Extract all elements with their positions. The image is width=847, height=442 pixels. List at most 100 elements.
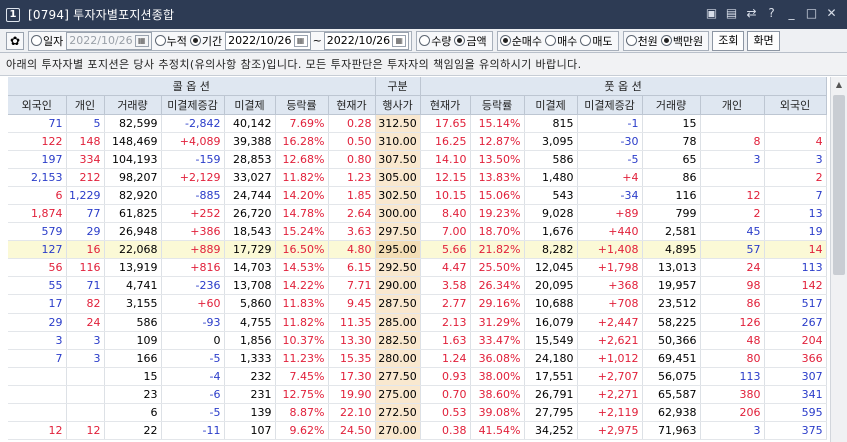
radio-amount[interactable]: 금액 [454, 33, 487, 49]
save-icon[interactable]: ▣ [704, 6, 719, 21]
table-row[interactable]: 579 29 26,948 +386 18,543 15.24% 3.63 297.50 7.0… [8, 222, 827, 242]
table-cell: 799 [642, 204, 701, 224]
table-row[interactable]: 122 148 148,469 +4,089 39,388 16.28% 0.50 310.0… [8, 132, 827, 151]
table-row[interactable]: 17 82 3,155 +60 5,860 11.83% 9.45 287.50 2.77 29.… [8, 294, 827, 314]
calendar-icon[interactable]: ▦ [134, 34, 149, 47]
table-cell: 5 [66, 114, 105, 133]
table-row[interactable]: 23 -6 231 12.75% 19.90 275.00 0.70 38.60% 26,791… [8, 385, 827, 405]
table-row[interactable]: 3 3 109 0 1,856 10.37% 13.30 282.50 1.63 33.47% 15… [8, 331, 827, 350]
table-cell: 15.24% [275, 222, 329, 242]
table-row[interactable]: 55 71 4,741 -236 13,708 14.22% 7.71 290.00 3.58 2… [8, 276, 827, 296]
radio-qty[interactable]: 수량 [419, 33, 451, 49]
calendar-icon[interactable]: ▦ [293, 34, 308, 47]
column-header[interactable]: 미결제 [524, 95, 578, 115]
gear-icon[interactable]: ✿ [6, 31, 24, 50]
minimize-icon[interactable]: _ [784, 6, 799, 21]
column-header[interactable]: 현재가 [420, 95, 471, 115]
column-header[interactable]: 거래량 [104, 95, 162, 115]
table-cell: 16 [66, 240, 105, 260]
column-header[interactable]: 현재가 [328, 95, 376, 115]
daily-date-input[interactable]: 2022/10/26 ▦ [66, 31, 152, 50]
link-icon[interactable]: ⇄ [744, 6, 759, 21]
table-row[interactable]: 197 334 104,193 -159 28,853 12.68% 0.80 307.50 1… [8, 150, 827, 169]
table-cell: +386 [161, 222, 225, 242]
table-cell: +4,089 [161, 132, 225, 151]
help-icon[interactable]: ? [764, 6, 779, 21]
radio-thousand-won-dot[interactable] [625, 35, 637, 46]
side-radio-group: 순매수 매수 매도 [496, 30, 619, 51]
radio-buy[interactable]: 매수 [545, 33, 577, 49]
table-cell: 0.70 [420, 385, 471, 405]
table-row[interactable]: 127 16 22,068 +889 17,729 16.50% 4.80 295.00 5.6… [8, 240, 827, 260]
column-header[interactable]: 등락률 [275, 95, 329, 115]
radio-net-buy[interactable]: 순매수 [499, 33, 542, 49]
table-cell: 1,856 [224, 331, 276, 350]
maximize-icon[interactable]: □ [804, 6, 819, 21]
table-row[interactable]: 56 116 13,919 +816 14,703 14.53% 6.15 292.50 4.4… [8, 258, 827, 278]
table-row[interactable]: 1,874 77 61,825 +252 26,720 14.78% 2.64 300.00 8… [8, 204, 827, 224]
column-header[interactable]: 외국인 [764, 95, 827, 115]
close-icon[interactable]: ✕ [824, 6, 839, 21]
radio-daily-dot[interactable] [31, 35, 42, 46]
radio-cumulative-dot[interactable] [154, 35, 166, 46]
column-header[interactable]: 미결제 [224, 95, 276, 115]
column-header[interactable]: 미결제증감 [161, 95, 225, 115]
strike-price-cell: 285.00 [375, 313, 421, 332]
table-row[interactable]: 12 12 22 -11 107 9.62% 24.50 270.00 0.38 41.54% 34… [8, 421, 827, 441]
strike-price-cell: 297.50 [375, 222, 421, 242]
screen-button[interactable]: 화면 [747, 30, 780, 51]
table-cell: 23,512 [642, 294, 701, 314]
radio-range[interactable]: 기간 [189, 33, 222, 49]
table-cell: 19.90 [328, 385, 376, 405]
radio-sell-dot[interactable] [580, 35, 592, 46]
table-cell: 14.10 [420, 150, 471, 169]
table-cell: 71 [8, 114, 67, 133]
table-cell: 4,741 [104, 276, 162, 296]
table-cell: +2,707 [577, 367, 643, 386]
radio-daily[interactable]: 일자 [31, 33, 63, 49]
column-header[interactable]: 개인 [700, 95, 765, 115]
radio-amount-dot[interactable] [454, 35, 466, 46]
table-row[interactable]: 71 5 82,599 -2,842 40,142 7.69% 0.28 312.50 17.6… [8, 114, 827, 133]
column-header[interactable]: 등락률 [470, 95, 525, 115]
radio-thousand-won[interactable]: 천원 [625, 33, 658, 49]
table-cell: -30 [577, 132, 643, 151]
range-to-input[interactable]: 2022/10/26 ▦ [323, 31, 410, 50]
table-row[interactable]: 2,153 212 98,207 +2,129 33,027 11.82% 1.23 305.… [8, 168, 827, 187]
table-cell: 17.30 [328, 367, 376, 386]
column-header[interactable]: 외국인 [8, 95, 67, 115]
column-header[interactable]: 개인 [66, 95, 105, 115]
column-header[interactable]: 거래량 [642, 95, 701, 115]
table-row[interactable]: 6 -5 139 8.87% 22.10 272.50 0.53 39.08% 27,795 +2… [8, 403, 827, 423]
table-row[interactable]: 6 1,229 82,920 -885 24,744 14.20% 1.85 302.50 10… [8, 186, 827, 205]
table-cell: 109 [104, 331, 162, 350]
table-cell: 14 [764, 240, 827, 260]
table-row[interactable]: 29 24 586 -93 4,755 11.82% 11.35 285.00 2.13 31.2… [8, 313, 827, 332]
radio-sell[interactable]: 매도 [580, 33, 613, 49]
column-header[interactable]: 미결제증감 [577, 95, 643, 115]
table-cell: 0.93 [420, 367, 471, 386]
radio-million-won-dot[interactable] [660, 35, 672, 46]
table-cell: 18.70% [470, 222, 525, 242]
table-cell: -93 [161, 313, 225, 332]
strike-price-cell: 305.00 [375, 168, 421, 187]
table-cell: +1,798 [577, 258, 643, 278]
radio-buy-dot[interactable] [545, 35, 557, 46]
radio-range-dot[interactable] [189, 35, 201, 46]
query-button[interactable]: 조회 [712, 30, 745, 51]
radio-qty-dot[interactable] [419, 35, 431, 46]
radio-cumulative[interactable]: 누적 [154, 33, 187, 49]
vertical-scrollbar[interactable]: ▲ [830, 77, 847, 442]
table-row[interactable]: 7 3 166 -5 1,333 11.23% 15.35 280.00 1.24 36.08% 2… [8, 349, 827, 368]
scroll-up-icon[interactable]: ▲ [831, 77, 847, 93]
radio-million-won[interactable]: 백만원 [660, 33, 703, 49]
table-row[interactable]: 15 -4 232 7.45% 17.30 277.50 0.93 38.00% 17,551 +… [8, 367, 827, 386]
range-from-input[interactable]: 2022/10/26 ▦ [225, 31, 311, 50]
table-cell: 5,860 [224, 294, 276, 314]
window-icon[interactable]: ▤ [724, 6, 739, 21]
table-cell: 11.82% [275, 313, 329, 332]
scroll-thumb[interactable] [833, 95, 845, 275]
column-header[interactable]: 행사가 [375, 95, 421, 115]
radio-net-buy-dot[interactable] [499, 35, 511, 46]
calendar-icon[interactable]: ▦ [392, 34, 407, 47]
